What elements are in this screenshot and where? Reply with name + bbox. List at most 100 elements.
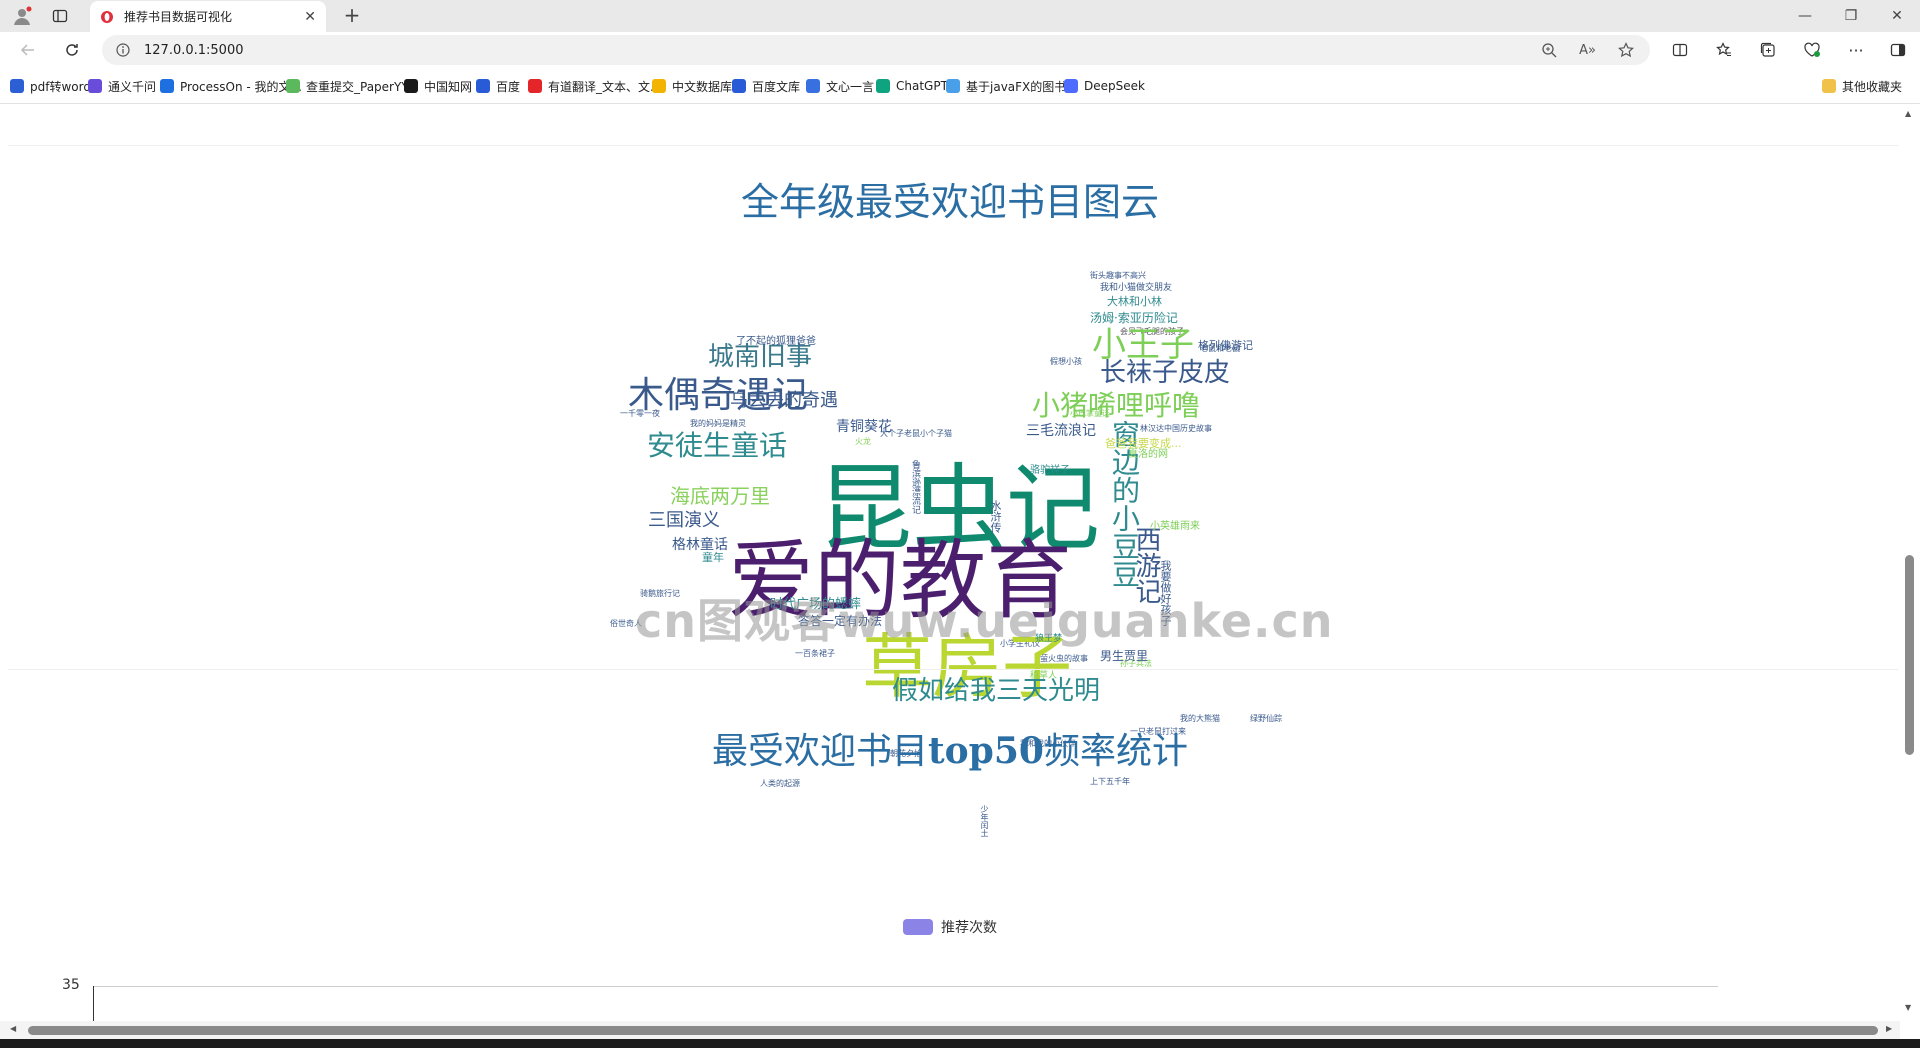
other-bookmarks-label: 其他收藏夹 bbox=[1842, 79, 1903, 94]
bookmark-item[interactable]: 百度 bbox=[476, 77, 520, 95]
folder-icon bbox=[1822, 79, 1836, 93]
chart-title-suffix: 频率统计 bbox=[1043, 731, 1188, 772]
bookmark-favicon-icon bbox=[806, 79, 820, 93]
zoom-icon[interactable] bbox=[1541, 42, 1557, 58]
cloud-word: 海底两万里 bbox=[670, 484, 770, 508]
new-tab-icon[interactable]: + bbox=[340, 4, 364, 28]
cloud-word: 夏洛的网 bbox=[1128, 449, 1168, 460]
chart-title-prefix: 最受欢迎书目 bbox=[712, 731, 929, 772]
bookmark-item[interactable]: 有道翻译_文本、文... bbox=[528, 77, 661, 95]
bookmarks-bar: pdf转word 通义千问 ProcessOn - 我的文... 查重提交_Paper… bbox=[0, 68, 1920, 104]
bookmark-favicon-icon bbox=[946, 79, 960, 93]
cloud-word-minor: 一百条裙子 bbox=[795, 649, 835, 658]
browser-essentials-icon[interactable] bbox=[1800, 38, 1824, 62]
profile-icon[interactable] bbox=[10, 4, 34, 28]
cloud-word: 长袜子皮皮 bbox=[1100, 358, 1231, 388]
y-axis-line bbox=[93, 986, 94, 1022]
bookmark-item[interactable]: 基于javaFX的图书... bbox=[946, 77, 1078, 95]
scroll-left-icon[interactable]: ◀ bbox=[10, 1024, 16, 1033]
cloud-word: 小王子 bbox=[1092, 325, 1194, 365]
bookmark-label: 百度 bbox=[496, 79, 521, 94]
section-divider bbox=[8, 669, 1898, 670]
tab-strip: 推荐书目数据可视化 ✕ + — ❐ ✕ bbox=[0, 0, 1920, 32]
vertical-scrollbar[interactable]: ▲ ▼ bbox=[1900, 105, 1920, 1025]
vertical-scroll-thumb[interactable] bbox=[1905, 555, 1914, 755]
taskbar bbox=[0, 1039, 1920, 1048]
bookmark-item[interactable]: 通义千问 bbox=[88, 77, 156, 95]
chart-title: 最受欢迎书目top50频率统计 bbox=[0, 722, 1900, 774]
bookmark-favicon-icon bbox=[286, 79, 300, 93]
bookmark-favicon-icon bbox=[10, 79, 24, 93]
bookmark-item[interactable]: pdf转word bbox=[10, 77, 91, 95]
bookmark-label: 中国知网 bbox=[424, 79, 473, 94]
read-aloud-icon[interactable]: A» bbox=[1579, 43, 1596, 58]
horizontal-scroll-thumb[interactable] bbox=[28, 1026, 1878, 1035]
collections-icon[interactable] bbox=[1756, 38, 1780, 62]
cloud-word-minor: 火龙 bbox=[855, 437, 871, 446]
address-bar[interactable]: 127.0.0.1:5000 A» bbox=[102, 35, 1650, 65]
tab-actions-icon[interactable] bbox=[48, 4, 72, 28]
cloud-word: 了不起的狐狸爸爸 bbox=[736, 336, 816, 347]
cloud-word: 三毛流浪记 bbox=[1026, 423, 1096, 439]
bookmark-item[interactable]: ProcessOn - 我的文... bbox=[160, 77, 302, 95]
close-tab-icon[interactable]: ✕ bbox=[304, 9, 316, 25]
bookmark-favicon-icon bbox=[88, 79, 102, 93]
cloud-word-minor: 我和小猫做交朋友 bbox=[1100, 283, 1173, 293]
cloud-word: 城南旧事 bbox=[708, 342, 813, 372]
split-screen-icon[interactable] bbox=[1668, 38, 1692, 62]
bookmark-label: ChatGPT bbox=[896, 79, 948, 93]
bookmark-label: 中文数据库 bbox=[672, 79, 733, 94]
favorites-icon[interactable] bbox=[1712, 38, 1736, 62]
bookmark-label: 有道翻译_文本、文... bbox=[548, 79, 662, 94]
tab-title: 推荐书目数据可视化 bbox=[124, 10, 233, 24]
restore-icon[interactable]: ❐ bbox=[1828, 0, 1874, 32]
bookmark-item[interactable]: ChatGPT bbox=[876, 77, 948, 95]
scroll-down-icon[interactable]: ▼ bbox=[1905, 1003, 1911, 1012]
site-info-icon[interactable] bbox=[116, 43, 130, 57]
bookmark-item[interactable]: 中国知网 bbox=[404, 77, 472, 95]
cloud-word-minor: 假想小孩 bbox=[1050, 357, 1082, 366]
cloud-word: 大林和小林 bbox=[1107, 295, 1162, 308]
minimize-icon[interactable]: — bbox=[1782, 0, 1828, 32]
bookmark-item[interactable]: 查重提交_PaperYY... bbox=[286, 77, 418, 95]
back-icon[interactable] bbox=[16, 38, 40, 62]
watermark: cn图观客wuw.ueiguanke.cn bbox=[635, 594, 1334, 648]
scroll-right-icon[interactable]: ▶ bbox=[1886, 1024, 1892, 1033]
more-menu-icon[interactable]: ··· bbox=[1844, 38, 1868, 62]
legend-swatch bbox=[903, 919, 933, 935]
bookmark-label: pdf转word bbox=[30, 79, 91, 94]
reload-icon[interactable] bbox=[60, 38, 84, 62]
opera-favicon-icon bbox=[101, 10, 113, 23]
close-window-icon[interactable]: ✕ bbox=[1874, 0, 1920, 32]
cloud-word: 稻草人 bbox=[1030, 671, 1058, 681]
cloud-title: 全年级最受欢迎书目图云 bbox=[740, 180, 1159, 224]
bookmark-label: ProcessOn - 我的文... bbox=[180, 79, 302, 94]
bookmark-favicon-icon bbox=[528, 79, 542, 93]
cloud-word-minor: 人类的起源 bbox=[760, 779, 800, 788]
address-text: 127.0.0.1:5000 bbox=[144, 42, 244, 58]
bookmark-favicon-icon bbox=[876, 79, 890, 93]
sidebar-toggle-icon[interactable] bbox=[1886, 38, 1910, 62]
bookmark-item[interactable]: 文心一言 bbox=[806, 77, 874, 95]
bookmark-label: DeepSeek bbox=[1084, 79, 1145, 93]
favorite-star-icon[interactable] bbox=[1618, 42, 1634, 58]
bookmark-item[interactable]: 百度文库 bbox=[732, 77, 800, 95]
other-bookmarks-folder[interactable]: 其他收藏夹 bbox=[1822, 77, 1902, 95]
bookmark-favicon-icon bbox=[652, 79, 666, 93]
bookmark-favicon-icon bbox=[404, 79, 418, 93]
bookmark-favicon-icon bbox=[476, 79, 490, 93]
horizontal-scrollbar[interactable]: ◀ ▶ bbox=[0, 1021, 1900, 1039]
navigation-bar: 127.0.0.1:5000 A» ··· bbox=[0, 32, 1920, 68]
bookmark-item[interactable]: DeepSeek bbox=[1064, 77, 1145, 95]
cloud-word: 爸爸我要变成... bbox=[1105, 437, 1182, 450]
legend-label: 推荐次数 bbox=[941, 920, 997, 936]
cloud-word: 格列佛游记 bbox=[1198, 339, 1253, 352]
scroll-up-icon[interactable]: ▲ bbox=[1905, 109, 1911, 118]
bookmark-item[interactable]: 中文数据库 bbox=[652, 77, 732, 95]
chart-legend[interactable]: 推荐次数 bbox=[0, 917, 1900, 937]
active-tab[interactable]: 推荐书目数据可视化 ✕ bbox=[90, 1, 326, 32]
cloud-word-minor: 林汉达中国历史故事 bbox=[1140, 424, 1212, 433]
page-content: 全年级最受欢迎书目图云 街头趣事不高兴 我和小猫做交朋友 会见飞毛腿的孩子 假想… bbox=[0, 105, 1900, 1025]
y-tick-label: 35 bbox=[62, 977, 80, 993]
bookmark-label: 通义千问 bbox=[108, 79, 157, 94]
